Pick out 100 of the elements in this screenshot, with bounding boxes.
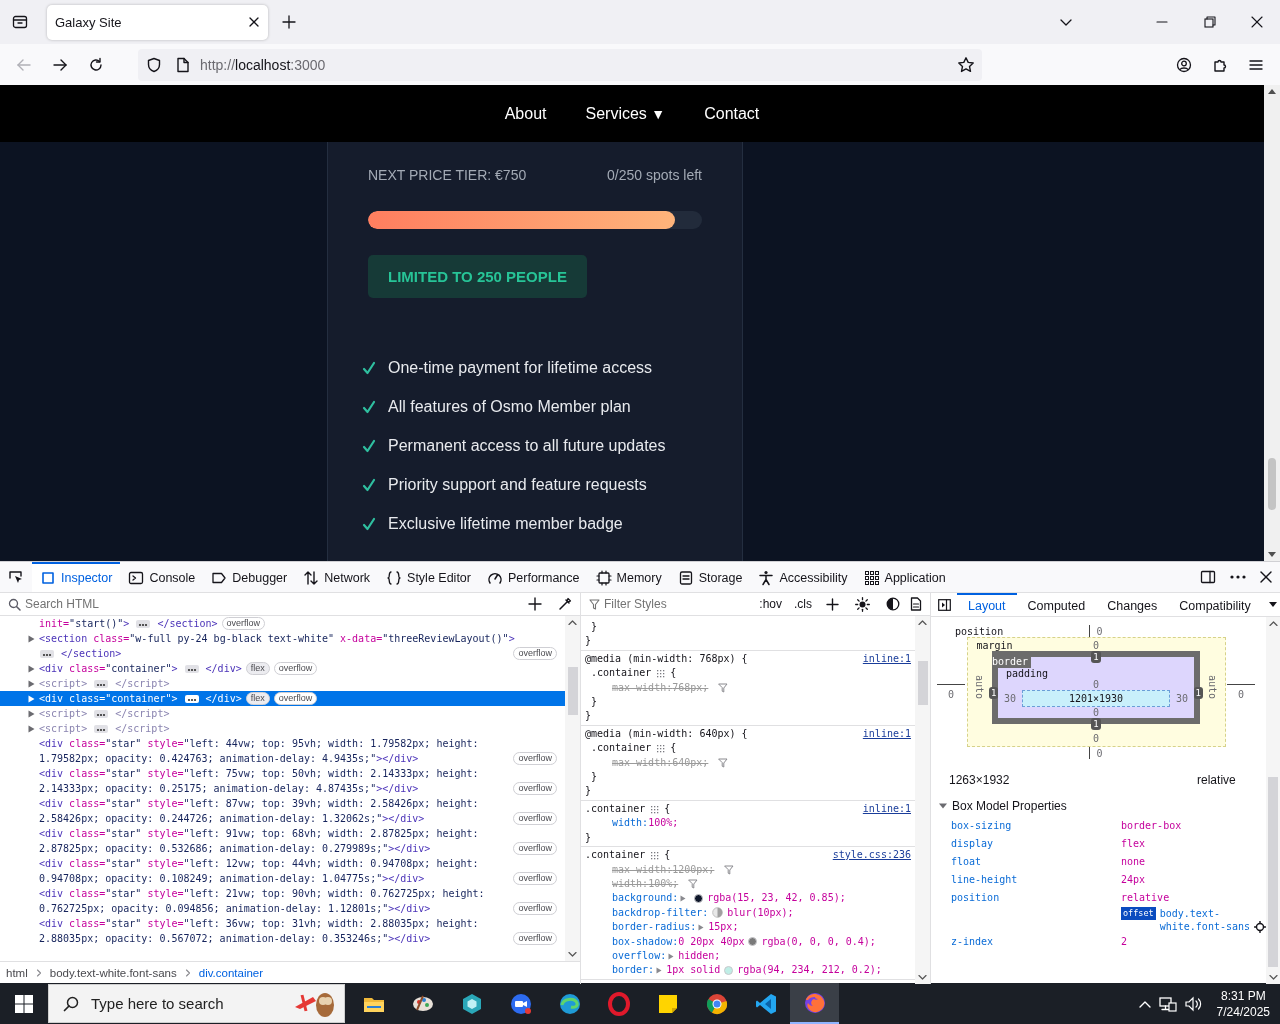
collapsed-content-button[interactable] [94, 680, 109, 688]
nav-link[interactable]: About [504, 104, 547, 123]
node-badge[interactable]: overflow [273, 692, 318, 705]
expand-arrow-icon[interactable] [656, 967, 663, 975]
scrollbar-thumb[interactable] [1268, 777, 1279, 967]
devtools-tab[interactable]: Memory [587, 562, 670, 592]
expand-arrow-icon[interactable] [28, 635, 35, 643]
property-value[interactable]: blur(10px); [727, 905, 794, 921]
grid-highlighter-icon[interactable] [650, 804, 660, 814]
node-badge[interactable]: overflow [513, 932, 557, 945]
node-badge[interactable]: flex [245, 662, 270, 675]
tree-row[interactable]: <div class="star" style="left: 75vw; top: 50vh; width: 2.14333px; height: 2.14333px; opacity: 0.25175; animation-delay: 4.87435s;"></div> overflow [0, 766, 565, 796]
property-value[interactable]: hidden; [678, 948, 721, 964]
property-name[interactable]: background: [612, 891, 679, 906]
scrollbar-thumb[interactable] [1268, 458, 1276, 510]
node-badge[interactable]: overflow [513, 812, 557, 825]
property-name[interactable]: width: [612, 816, 649, 831]
nav-link[interactable]: Contact [704, 104, 760, 123]
add-node-icon[interactable] [528, 597, 542, 611]
node-badge[interactable]: overflow [513, 782, 557, 795]
sidebar-tab[interactable]: Layout [957, 593, 1017, 616]
search-html-field[interactable]: Search HTML [25, 597, 524, 611]
property-name[interactable]: backdrop-filter: [612, 905, 709, 921]
scroll-up-icon[interactable] [568, 620, 577, 625]
scroll-down-icon[interactable] [568, 952, 577, 957]
devtools-tab[interactable]: Console [120, 562, 204, 592]
property-name[interactable]: border-radius: [612, 920, 697, 935]
devtools-tab[interactable]: Style Editor [378, 562, 479, 592]
scroll-up-icon[interactable] [918, 620, 927, 625]
tree-row[interactable]: <div class="star" style="left: 44vw; top: 95vh; width: 1.79582px; height: 1.79582px; opacity: 0.424763; animation-delay: 4.9435s;"></div> overflow [0, 736, 565, 766]
tree-row[interactable]: init="start()"> </section> overflow [0, 616, 565, 631]
expand-arrow-icon[interactable] [698, 923, 705, 931]
color-swatch[interactable] [748, 937, 758, 947]
scroll-up-icon[interactable] [1268, 621, 1278, 626]
devtools-tab[interactable]: Inspector [32, 562, 121, 592]
color-swatch[interactable] [724, 966, 734, 976]
expand-arrow-icon[interactable] [680, 895, 687, 902]
eyedropper-icon[interactable] [558, 597, 572, 611]
windows-logo-icon[interactable] [15, 994, 33, 1013]
property-value[interactable]: 0 20px 40px [678, 934, 745, 949]
more-icon[interactable] [1230, 575, 1246, 579]
section-header[interactable]: Box Model Properties [952, 799, 1067, 813]
grid-highlighter-icon[interactable] [650, 850, 660, 860]
shield-icon[interactable] [146, 56, 162, 73]
close-icon[interactable] [1260, 571, 1272, 583]
grid-highlighter-icon[interactable] [656, 743, 666, 753]
collapsed-content-button[interactable] [184, 695, 199, 703]
address-bar[interactable]: http://localhost:3000 [138, 48, 982, 81]
devtools-tab[interactable]: Accessibility [750, 562, 856, 592]
dropdown-icon[interactable] [1268, 602, 1277, 607]
sidebar-toggle-icon[interactable] [938, 598, 951, 611]
close-icon[interactable] [248, 16, 260, 28]
node-badge[interactable]: overflow [513, 842, 557, 855]
devtools-tab[interactable]: Application [855, 562, 954, 592]
contrast-icon[interactable] [886, 597, 900, 611]
tree-row[interactable]: <div class="star" style="left: 87vw; top: 39vh; width: 2.58426px; height: 2.58426px; opacity: 0.244726; animation-delay: 1.32062s;"></div> overflow [0, 796, 565, 826]
node-badge[interactable]: flex [245, 692, 270, 705]
filter-styles-field[interactable]: Filter Styles [604, 597, 752, 611]
node-badge[interactable]: overflow [221, 617, 266, 630]
devtools-tab[interactable]: Storage [669, 562, 751, 592]
devtools-tab[interactable]: Debugger [203, 562, 296, 592]
breadcrumb[interactable]: body.text-white.font-sans [49, 967, 177, 979]
clock[interactable]: 8:31 PM 7/24/2025 [1216, 987, 1270, 1020]
collapsed-content-button[interactable] [94, 725, 109, 733]
source-link[interactable]: inline:1 [862, 726, 911, 742]
element-picker-icon[interactable] [8, 569, 24, 585]
devtools-tab[interactable]: Network [295, 562, 379, 592]
breadcrumb[interactable]: div.container [198, 967, 264, 979]
nav-link[interactable]: Services ▼ [585, 104, 666, 123]
tree-row[interactable]: <div class="star" style="left: 12vw; top: 44vh; width: 0.94708px; height: 0.94708px; opacity: 0.108249; animation-delay: 1.04775s;"></div> overflow [0, 856, 565, 886]
plus-icon[interactable] [282, 15, 296, 29]
property-value[interactable]: rgba(94, 234, 212, 0.2); [737, 963, 882, 978]
add-rule-icon[interactable] [826, 597, 839, 611]
search-bar[interactable]: Type here to search [48, 984, 345, 1023]
tree-row[interactable]: <div class="container"> </div> flex overflow [0, 661, 565, 676]
tree-row[interactable]: <div class="star" style="left: 36vw; top: 31vh; width: 2.88035px; height: 2.88035px; opacity: 0.567072; animation-delay: 0.353246s;"></div> overflow [0, 916, 565, 946]
node-badge[interactable]: overflow [513, 902, 557, 915]
chevron-up-icon[interactable] [1138, 999, 1151, 1008]
node-badge[interactable]: overflow [513, 647, 557, 660]
scroll-down-icon[interactable] [1268, 552, 1276, 558]
sidebar-tab[interactable]: Changes [1096, 593, 1169, 616]
window-icon[interactable] [12, 14, 28, 30]
tree-row[interactable]: <div class="container"> </div> flex overflow [0, 691, 565, 706]
pseudo-class-toggle[interactable]: :hov [755, 597, 786, 611]
node-badge[interactable]: overflow [273, 662, 318, 675]
star-icon[interactable] [957, 55, 975, 74]
sidebar-tab[interactable]: Computed [1016, 593, 1097, 616]
scrollbar-thumb[interactable] [567, 667, 578, 715]
property-name[interactable]: overflow: [612, 948, 667, 964]
property-name[interactable]: border: [612, 963, 655, 978]
source-link[interactable]: inline:1 [862, 651, 911, 667]
page-icon[interactable] [176, 56, 190, 73]
class-toggle[interactable]: .cls [790, 597, 816, 611]
property-value[interactable]: 100%; [648, 816, 679, 831]
tree-row[interactable]: <script> </script> [0, 706, 565, 721]
source-link[interactable]: inline:1 [862, 801, 911, 817]
breadcrumb[interactable]: html [6, 967, 28, 979]
target-icon[interactable] [1253, 921, 1266, 933]
color-swatch[interactable] [694, 894, 704, 903]
search-field[interactable]: Type here to search [91, 995, 280, 1012]
